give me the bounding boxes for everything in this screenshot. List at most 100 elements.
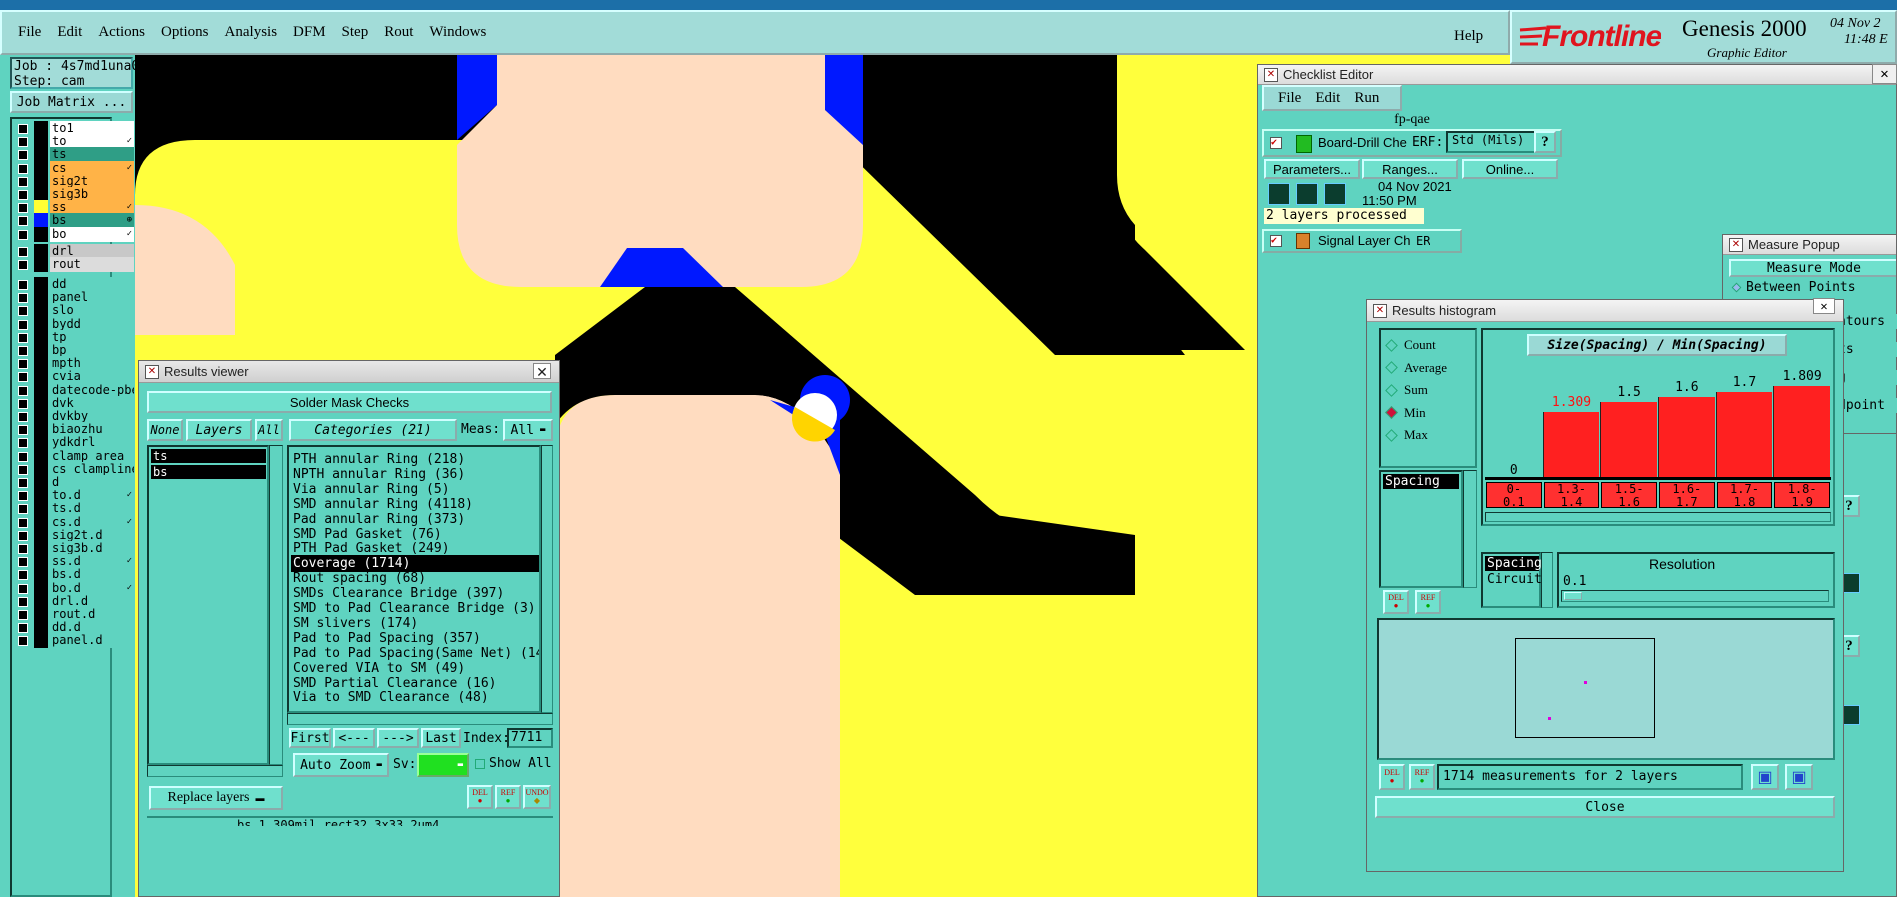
histogram-bar[interactable] (1600, 402, 1657, 480)
attribute-scrollbar[interactable] (1463, 470, 1477, 588)
option-max[interactable]: Max (1385, 426, 1428, 444)
layer-checkbox[interactable] (18, 163, 28, 174)
layer-checkbox[interactable] (18, 260, 28, 271)
hist-ref-button[interactable]: REF ● (1415, 590, 1441, 614)
attribute-item[interactable]: Circuit (1485, 572, 1542, 587)
layer-checkbox[interactable] (18, 280, 28, 290)
histogram-bar[interactable] (1715, 392, 1773, 480)
layer-checkbox[interactable] (18, 150, 28, 161)
checklist-menu-run[interactable]: Run (1354, 90, 1379, 107)
chart-hscrollbar[interactable] (1485, 512, 1831, 522)
layer-checkbox[interactable] (18, 596, 28, 607)
layer-checkbox[interactable] (18, 332, 28, 343)
layer-checkbox[interactable] (18, 137, 28, 148)
layer-checkbox[interactable] (18, 530, 28, 541)
run-icon[interactable] (1842, 573, 1860, 593)
ranges-button[interactable]: Ranges... (1362, 159, 1458, 179)
layer-name[interactable]: bo ✓ (50, 226, 134, 242)
close-icon[interactable]: ✕ (1813, 298, 1835, 314)
categories-scrollbar[interactable] (541, 445, 553, 713)
option-min[interactable]: Min (1385, 404, 1426, 422)
menu-file[interactable]: File (18, 24, 41, 41)
menu-step[interactable]: Step (342, 24, 369, 41)
layers-hscrollbar[interactable] (147, 765, 283, 777)
slider-thumb[interactable] (1564, 592, 1582, 600)
sv-color-dropdown[interactable]: ▬ (417, 753, 469, 777)
between-points-option[interactable]: Between Points (1729, 279, 1896, 297)
check-mark-icon[interactable]: ✔ (1270, 137, 1282, 149)
auto-zoom-dropdown[interactable]: Auto Zoom ▬ (293, 753, 389, 777)
layer-checkbox[interactable] (18, 293, 28, 304)
show-all-checkbox[interactable] (475, 759, 485, 769)
layers-listbox[interactable]: ts bs (147, 445, 269, 765)
layer-row[interactable]: rout (12, 257, 134, 273)
categories-listbox[interactable]: PTH annular Ring (218) NPTH annular Ring … (287, 445, 541, 713)
layer-checkbox[interactable] (18, 636, 28, 647)
prev-button[interactable]: <--- (333, 728, 375, 748)
rv-layer-item[interactable]: ts (151, 449, 266, 463)
layer-checkbox[interactable] (18, 438, 28, 449)
layer-checkbox[interactable] (18, 610, 28, 620)
layer-checkbox[interactable] (18, 412, 28, 422)
export-icon[interactable]: ▣ (1751, 764, 1779, 790)
layer-checkbox[interactable] (18, 491, 28, 502)
menu-rout[interactable]: Rout (384, 24, 413, 41)
layer-checkbox[interactable] (18, 478, 28, 488)
layer-checkbox[interactable] (18, 398, 28, 409)
layer-checkbox[interactable] (18, 504, 28, 515)
attribute-2-scrollbar[interactable] (1541, 552, 1553, 608)
layer-checkbox[interactable] (18, 451, 28, 462)
layer-checkbox[interactable] (18, 229, 28, 240)
layer-checkbox[interactable] (18, 570, 28, 581)
layer-checkbox[interactable] (18, 583, 28, 594)
run-icon[interactable] (1296, 183, 1318, 205)
all-layers-button[interactable]: All (255, 419, 283, 441)
preview-del-button[interactable]: DEL ● (1379, 764, 1405, 790)
layer-checkbox[interactable] (18, 190, 28, 200)
erf-field[interactable]: Std (Mils) (1446, 131, 1536, 153)
layer-checkbox[interactable] (18, 124, 28, 134)
menu-options[interactable]: Options (161, 24, 209, 41)
layer-color-swatch[interactable] (34, 633, 48, 649)
checklist-menu-edit[interactable]: Edit (1315, 90, 1340, 107)
preview-ref-button[interactable]: REF ● (1409, 764, 1435, 790)
layer-checkbox[interactable] (18, 464, 28, 475)
replace-layers-dropdown[interactable]: Replace layers ▬ (149, 786, 283, 810)
menu-help[interactable]: Help (1454, 28, 1483, 45)
run-icon[interactable] (1324, 183, 1346, 205)
layer-checkbox[interactable] (18, 216, 28, 227)
attribute-item[interactable]: Spacing (1383, 474, 1459, 489)
layer-row[interactable]: bo ✓ (12, 226, 134, 243)
layer-checkbox[interactable] (18, 346, 28, 356)
parameters-button[interactable]: Parameters... (1264, 159, 1360, 179)
none-button[interactable]: None (147, 419, 183, 441)
attribute-list[interactable]: Spacing (1379, 470, 1463, 588)
layer-checkbox[interactable] (18, 359, 28, 370)
resolution-slider[interactable] (1561, 590, 1829, 602)
layer-checkbox[interactable] (18, 425, 28, 436)
layer-checkbox[interactable] (18, 247, 28, 257)
checklist-menu-file[interactable]: File (1278, 90, 1301, 107)
close-icon[interactable]: ✕ (1872, 64, 1897, 84)
close-icon[interactable]: ✕ (533, 363, 551, 380)
del-button[interactable]: DEL ● (467, 785, 493, 809)
first-button[interactable]: First (289, 728, 331, 748)
histogram-bar[interactable] (1658, 397, 1715, 480)
help-button[interactable]: ? (1534, 131, 1556, 153)
layer-checkbox[interactable] (18, 203, 28, 214)
option-count[interactable]: Count (1385, 336, 1436, 354)
online-button[interactable]: Online... (1462, 159, 1558, 179)
histogram-bar[interactable] (1542, 412, 1600, 480)
layer-name[interactable]: panel.d (50, 633, 134, 649)
export-icon[interactable]: ▣ (1785, 764, 1813, 790)
job-matrix-button[interactable]: Job Matrix ... (10, 91, 133, 113)
run-icon[interactable] (1842, 705, 1860, 725)
option-average[interactable]: Average (1385, 359, 1447, 377)
action-row-1[interactable]: ✔ Board-Drill Che ERF: Std (Mils) (1262, 129, 1562, 157)
menu-windows[interactable]: Windows (429, 24, 486, 41)
layer-checkbox[interactable] (18, 372, 28, 383)
close-button[interactable]: Close (1375, 796, 1835, 818)
layer-checkbox[interactable] (18, 544, 28, 554)
layer-checkbox[interactable] (18, 623, 28, 634)
index-field[interactable]: 7711 (507, 728, 553, 748)
